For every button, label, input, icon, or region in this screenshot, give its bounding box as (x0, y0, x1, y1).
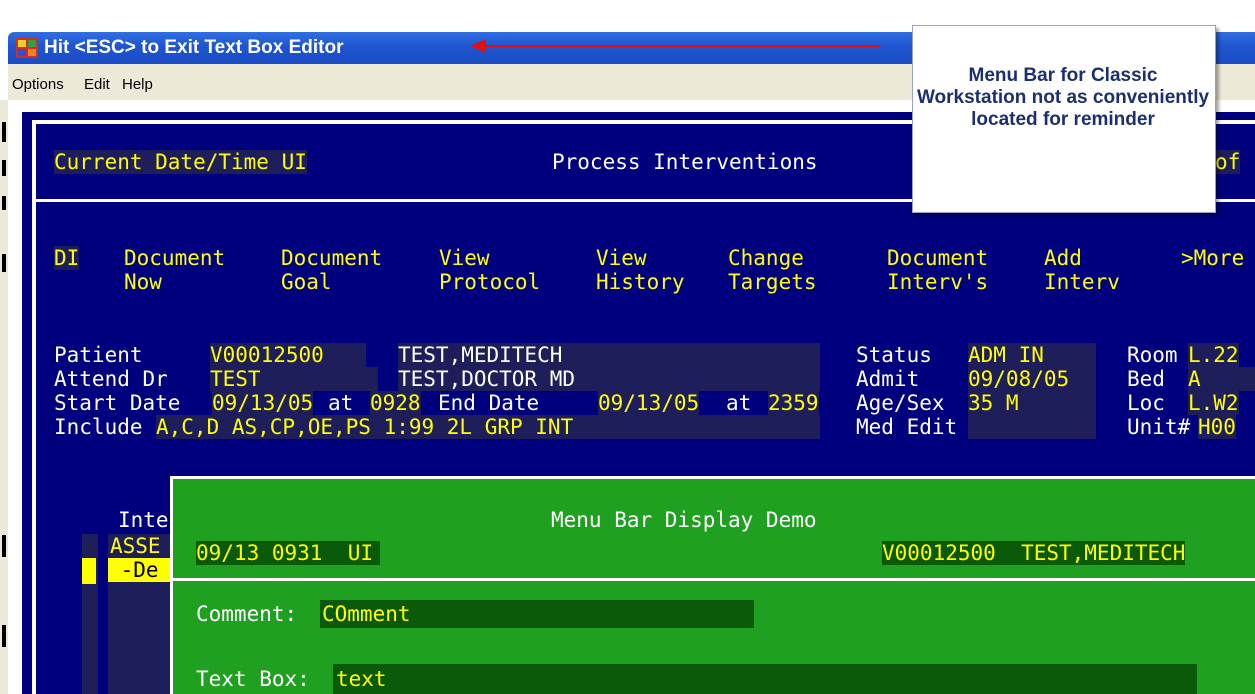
dialog-divider (172, 578, 1255, 581)
unit-value: H00 (1198, 415, 1236, 439)
edge-mark (2, 122, 6, 142)
end-date: 09/13/05 (598, 391, 700, 415)
callout-text: Menu Bar for Classic Workstation not as … (916, 65, 1210, 130)
comment-label: Comment: (196, 602, 298, 626)
edge-mark (2, 254, 6, 272)
include-value: A,C,D AS,CP,OE,PS 1:99 2L GRP INT (156, 415, 820, 439)
edge-mark (2, 160, 6, 176)
patient-label: Patient (54, 343, 143, 367)
end-date-label: End Date (438, 391, 540, 415)
window-left-edge (0, 100, 8, 694)
dialog-title: Menu Bar Display Demo (551, 508, 817, 532)
agesex-value: 35 M (968, 391, 1096, 415)
start-at: at (328, 391, 354, 415)
menu-edit[interactable]: Edit (84, 76, 110, 93)
action-view-protocol[interactable]: View Protocol (439, 246, 540, 294)
window-title: Hit <ESC> to Exit Text Box Editor (44, 37, 344, 58)
start-date: 09/13/05 (212, 391, 314, 415)
admit-label: Admit (856, 367, 920, 391)
dialog-datetime: 09/13 0931 UI (196, 541, 380, 565)
patient-name: TEST,MEDITECH (398, 343, 820, 367)
unit-label: Unit# (1127, 415, 1191, 439)
textbox-value[interactable]: text (336, 667, 387, 691)
red-arrow-annotation (470, 39, 880, 53)
status-value: ADM IN (968, 343, 1096, 367)
attend-name: TEST,DOCTOR MD (398, 367, 820, 391)
edge-mark (2, 196, 6, 210)
attend-code: TEST (210, 367, 378, 391)
textbox-label: Text Box: (196, 667, 310, 691)
textbox-field[interactable] (333, 664, 1197, 694)
action-view-history[interactable]: View History (596, 246, 685, 294)
screen-title: Process Interventions (552, 150, 818, 174)
loc-value: L.W2 (1188, 391, 1239, 415)
mededit-label: Med Edit (856, 415, 958, 439)
end-time: 2359 (768, 391, 819, 415)
bed-label: Bed (1127, 367, 1165, 391)
room-value: L.22 (1188, 343, 1239, 367)
list-header: Inte (118, 508, 169, 532)
admit-value: 09/08/05 (968, 367, 1096, 391)
action-document-goal[interactable]: Document Goal (281, 246, 382, 294)
status-label: Status (856, 343, 932, 367)
attend-label: Attend Dr (54, 367, 168, 391)
menu-help[interactable]: Help (122, 76, 153, 93)
action-add-interv[interactable]: Add Interv (1044, 246, 1120, 294)
edge-mark (2, 625, 6, 647)
bed-value: A (1188, 367, 1255, 391)
mededit-value (968, 415, 1096, 439)
include-label: Include (54, 415, 143, 439)
app-icon (16, 38, 38, 58)
end-at: at (726, 391, 752, 415)
page-indicator: of (1215, 150, 1241, 174)
dialog-patient: V00012500 TEST,MEDITECH (882, 541, 1186, 565)
list-row-selected[interactable]: -De (108, 558, 172, 582)
patient-id: V00012500 (210, 343, 366, 367)
selection-marker (82, 558, 96, 584)
action-document-now[interactable]: Document Now (124, 246, 225, 294)
agesex-label: Age/Sex (856, 391, 945, 415)
start-time: 0928 (370, 391, 421, 415)
action-document-intervs[interactable]: Document Interv's (887, 246, 988, 294)
room-label: Room (1127, 343, 1178, 367)
menu-options[interactable]: Options (12, 76, 64, 93)
action-more[interactable]: >More (1181, 246, 1244, 270)
start-date-label: Start Date (54, 391, 181, 415)
loc-label: Loc (1127, 391, 1165, 415)
action-di[interactable]: DI (54, 246, 80, 270)
current-datetime: Current Date/Time UI (54, 150, 307, 174)
list-row[interactable]: ASSE (110, 534, 161, 558)
edge-mark (2, 535, 6, 557)
action-change-targets[interactable]: Change Targets (728, 246, 817, 294)
comment-value[interactable]: COmment (322, 602, 411, 626)
